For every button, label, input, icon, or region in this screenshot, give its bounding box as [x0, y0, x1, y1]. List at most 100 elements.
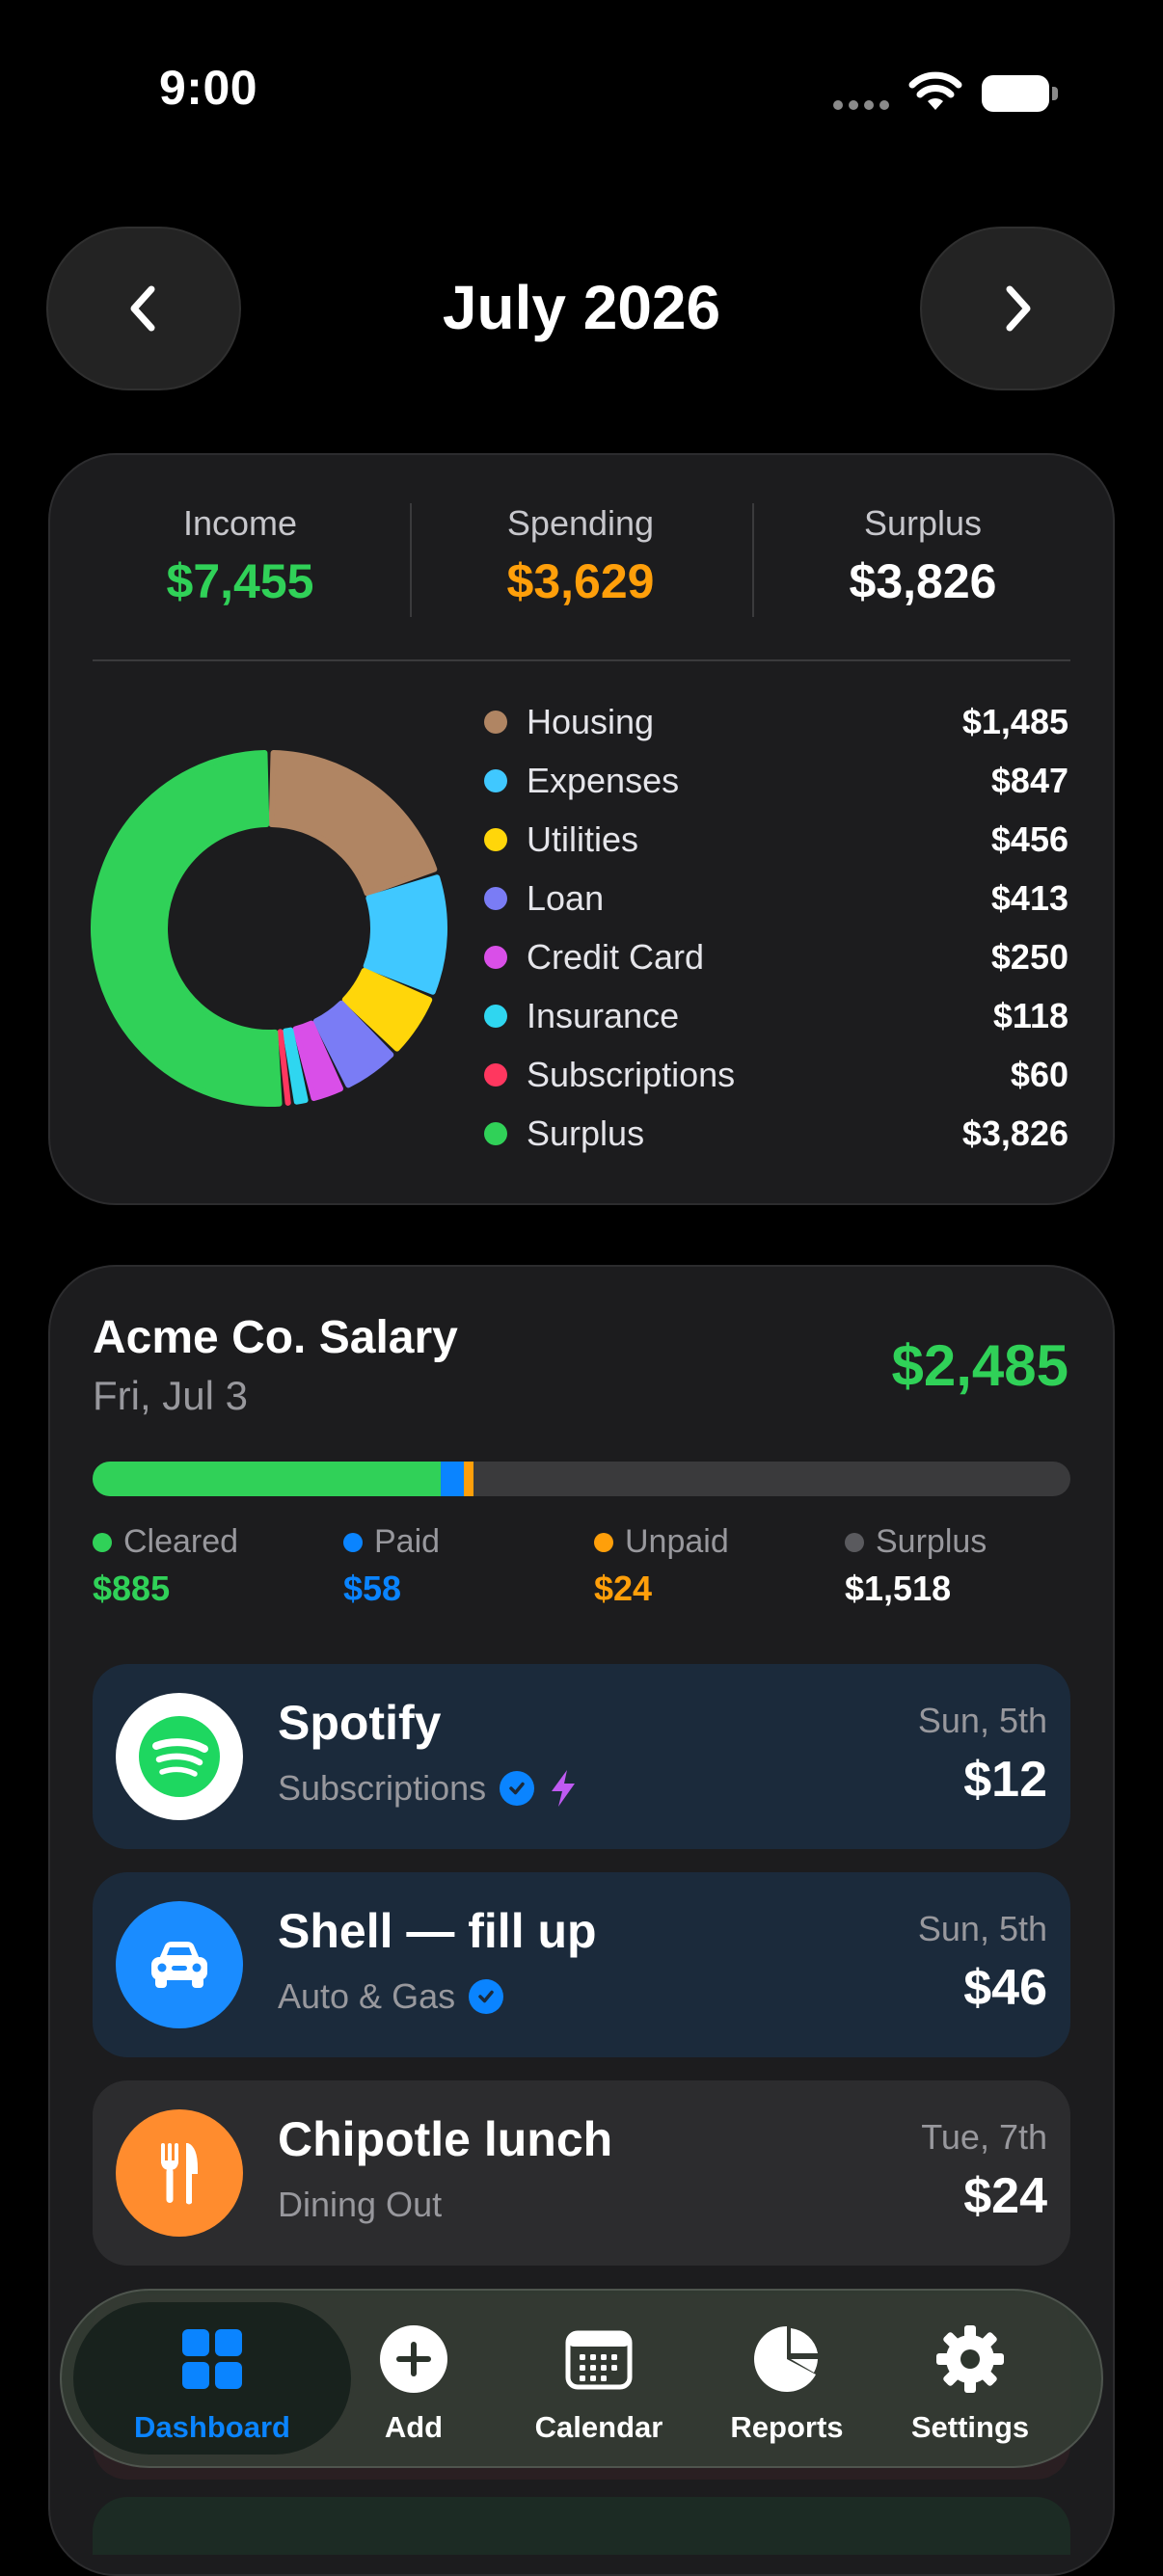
legend-dot	[484, 1122, 507, 1145]
legend-value: $1,485	[961, 702, 1068, 741]
legend-dot	[484, 1005, 507, 1028]
legend-value: $60	[1010, 1055, 1068, 1094]
paycheck-amount: $2,485	[891, 1333, 1068, 1398]
surplus-value: $3,826	[849, 554, 997, 608]
progress-segment-cleared	[93, 1462, 442, 1496]
tab-reports[interactable]: Reports	[690, 2321, 883, 2445]
surplus-stat: Surplus $3,826	[764, 503, 1082, 609]
tab-add[interactable]: Add	[317, 2321, 510, 2445]
plus-circle-icon	[317, 2321, 510, 2397]
divider	[752, 503, 754, 617]
legend-label: Credit Card	[527, 937, 705, 977]
transaction-category: Auto & Gas	[278, 1976, 456, 2016]
breakdown-surplus: Surplus $1,518	[845, 1523, 1076, 1609]
donut-slice-housing	[268, 750, 438, 897]
tab-label: Settings	[910, 2410, 1030, 2444]
legend-label: Housing	[527, 702, 655, 741]
breakdown-label: Unpaid	[625, 1523, 729, 1560]
tab-label: Reports	[730, 2410, 844, 2444]
legend-value: $118	[992, 996, 1068, 1035]
chevron-right-icon	[1006, 285, 1031, 332]
paycheck-title: Acme Co. Salary	[93, 1312, 458, 1363]
income-value: $7,455	[166, 554, 314, 608]
legend-value: $413	[990, 878, 1068, 918]
legend-value: $3,826	[961, 1114, 1068, 1153]
transaction-name: Shell — fill up	[278, 1904, 597, 1958]
breakdown-value: $58	[343, 1569, 402, 1608]
transaction-date: Sun, 5th	[917, 1701, 1047, 1740]
transaction-date: Sun, 5th	[917, 1909, 1047, 1948]
transaction-amount: $12	[963, 1752, 1047, 1808]
legend-label: Loan	[527, 878, 605, 918]
transaction-name: Spotify	[278, 1696, 442, 1750]
breakdown-cleared: Cleared $885	[93, 1523, 324, 1609]
transaction-row-partial[interactable]	[93, 2497, 1070, 2555]
status-dot	[845, 1532, 864, 1552]
legend-value: $847	[990, 761, 1068, 800]
legend-item: Surplus $3,826	[484, 1110, 1068, 1158]
transaction-row-chipotle[interactable]: Chipotle lunch Dining Out Tue, 7th $24	[93, 2080, 1070, 2266]
breakdown-label: Cleared	[123, 1523, 239, 1560]
legend-dot	[484, 711, 507, 734]
donut-slice-surplus	[91, 750, 283, 1107]
paid-check-icon	[500, 1771, 535, 1806]
autopay-bolt-icon	[552, 1770, 576, 1807]
tab-dashboard[interactable]: Dashboard	[116, 2321, 309, 2445]
tab-label: Dashboard	[134, 2410, 290, 2444]
breakdown-value: $885	[93, 1569, 171, 1608]
transaction-amount: $24	[963, 2168, 1047, 2224]
legend-label: Expenses	[527, 761, 680, 800]
transaction-amount: $46	[963, 1960, 1047, 2016]
legend-dot	[484, 828, 507, 851]
cellular-signal-icon	[833, 100, 889, 110]
legend-dot	[484, 887, 507, 910]
transaction-name: Chipotle lunch	[278, 2112, 613, 2166]
summary-divider	[93, 659, 1070, 661]
transaction-category: Subscriptions	[278, 1768, 487, 1808]
legend-label: Insurance	[527, 996, 680, 1035]
legend-value: $250	[990, 937, 1068, 977]
legend-item: Housing $1,485	[484, 698, 1068, 746]
status-dot	[343, 1532, 363, 1552]
legend-item: Utilities $456	[484, 816, 1068, 864]
paid-check-icon	[469, 1979, 504, 2014]
legend-label: Utilities	[527, 819, 639, 859]
spending-label: Spending	[506, 503, 655, 543]
legend-item: Expenses $847	[484, 757, 1068, 805]
status-dot	[594, 1532, 613, 1552]
transaction-category: Dining Out	[278, 2185, 443, 2224]
spending-stat: Spending $3,629	[421, 503, 740, 609]
progress-segment-unpaid	[463, 1462, 473, 1496]
income-label: Income	[182, 503, 298, 543]
surplus-label: Surplus	[863, 503, 983, 543]
transaction-date: Tue, 7th	[921, 2117, 1047, 2157]
legend-label: Subscriptions	[527, 1055, 736, 1094]
legend-dot	[484, 769, 507, 792]
legend-label: Surplus	[527, 1114, 645, 1153]
breakdown-paid: Paid $58	[343, 1523, 575, 1609]
battery-icon	[982, 75, 1049, 112]
gear-icon	[874, 2321, 1067, 2397]
tab-label: Add	[384, 2410, 444, 2444]
legend-dot	[484, 1063, 507, 1087]
legend-value: $456	[990, 819, 1068, 859]
transaction-row-spotify[interactable]: Spotify Subscriptions Sun, 5th $12	[93, 1664, 1070, 1849]
paycheck-progress-bar	[93, 1462, 1070, 1496]
calendar-icon	[502, 2321, 695, 2397]
progress-segment-paid	[441, 1462, 464, 1496]
divider	[410, 503, 412, 617]
breakdown-value: $1,518	[845, 1569, 952, 1608]
wifi-icon	[908, 71, 962, 110]
legend-item: Credit Card $250	[484, 933, 1068, 981]
status-time: 9:00	[159, 61, 258, 115]
fork-knife-icon	[116, 2109, 243, 2237]
tab-settings[interactable]: Settings	[874, 2321, 1067, 2445]
legend-item: Loan $413	[484, 874, 1068, 923]
next-month-button[interactable]	[920, 227, 1115, 390]
tab-calendar[interactable]: Calendar	[502, 2321, 695, 2445]
breakdown-label: Surplus	[876, 1523, 987, 1560]
battery-tip	[1052, 87, 1058, 100]
transaction-row-shell[interactable]: Shell — fill up Auto & Gas Sun, 5th $46	[93, 1872, 1070, 2057]
car-icon	[116, 1901, 243, 2028]
income-stat: Income $7,455	[81, 503, 399, 609]
